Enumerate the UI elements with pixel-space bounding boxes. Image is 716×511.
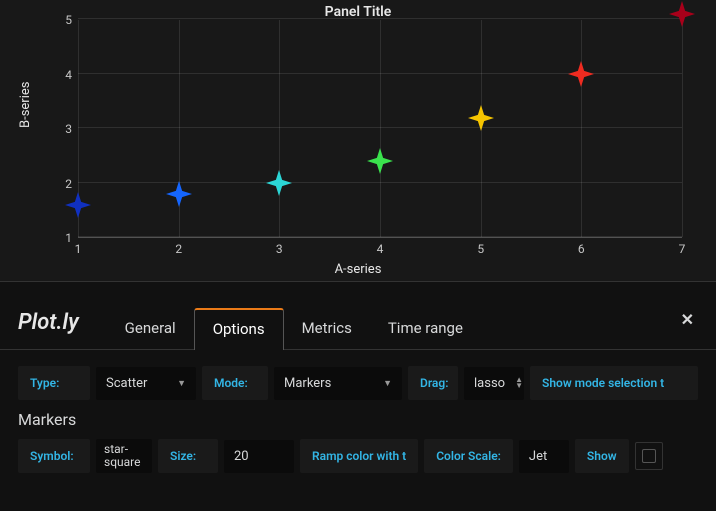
editor-header: Plot.ly General Options Metrics Time ran…	[0, 282, 716, 350]
x-tick: 7	[679, 242, 686, 256]
symbol-label: Symbol:	[18, 439, 90, 473]
symbol-select[interactable]: star-square	[96, 439, 152, 473]
tab-options[interactable]: Options	[194, 308, 284, 350]
size-input[interactable]: 20	[224, 440, 294, 473]
data-point[interactable]	[266, 170, 292, 200]
mode-value: Markers	[284, 376, 331, 391]
x-tick: 4	[377, 242, 384, 256]
x-tick: 6	[578, 242, 585, 256]
plugin-brand: Plot.ly	[18, 310, 79, 349]
mode-select[interactable]: Markers ▼	[274, 367, 402, 400]
size-value: 20	[234, 449, 249, 464]
x-tick: 1	[75, 242, 82, 256]
colorscale-select[interactable]: Jet	[519, 440, 569, 473]
show-button[interactable]: Show	[575, 439, 629, 473]
chevron-down-icon: ▼	[383, 378, 392, 389]
show-checkbox[interactable]	[635, 442, 663, 470]
y-tick: 3	[50, 122, 72, 136]
data-point[interactable]	[367, 148, 393, 178]
x-tick: 2	[175, 242, 182, 256]
checkbox-icon	[642, 449, 656, 463]
type-label: Type:	[18, 366, 90, 400]
show-mode-selection-button[interactable]: Show mode selection t	[530, 366, 698, 400]
chart-panel: Panel Title 1 2 3 4 5 B-series	[0, 0, 716, 282]
panel-title: Panel Title	[0, 0, 716, 20]
mode-label: Mode:	[202, 366, 268, 400]
tabs: General Options Metrics Time range	[107, 307, 481, 349]
tab-general[interactable]: General	[107, 309, 194, 349]
stepper-icon: ▲▼	[515, 377, 523, 389]
options-form: Type: Scatter ▼ Mode: Markers ▼ Drag: la…	[0, 350, 716, 473]
symbol-value: star-square	[104, 443, 144, 469]
data-point[interactable]	[65, 192, 91, 222]
data-point[interactable]	[166, 181, 192, 211]
drag-value: lasso	[474, 376, 505, 391]
ramp-color-label: Ramp color with t	[300, 439, 418, 473]
close-icon[interactable]: ✕	[681, 310, 694, 329]
colorscale-value: Jet	[529, 449, 547, 464]
chevron-down-icon: ▼	[177, 378, 186, 389]
y-tick: 5	[50, 13, 72, 27]
size-label: Size:	[158, 439, 218, 473]
colorscale-label: Color Scale:	[424, 439, 513, 473]
tab-time-range[interactable]: Time range	[370, 309, 481, 349]
markers-section-title: Markers	[18, 410, 698, 429]
x-tick: 3	[276, 242, 283, 256]
plot-area[interactable]	[78, 20, 682, 238]
data-point[interactable]	[669, 1, 695, 31]
type-select[interactable]: Scatter ▼	[96, 367, 196, 400]
y-tick: 1	[50, 231, 72, 245]
data-point[interactable]	[568, 61, 594, 91]
drag-label: Drag:	[408, 366, 458, 400]
drag-select[interactable]: lasso ▲▼	[464, 367, 524, 400]
y-tick: 2	[50, 177, 72, 191]
y-tick: 4	[50, 68, 72, 82]
tab-metrics[interactable]: Metrics	[284, 309, 370, 349]
x-axis-label: A-series	[0, 262, 716, 277]
x-tick: 5	[477, 242, 484, 256]
type-value: Scatter	[106, 376, 147, 391]
y-axis-label: B-series	[18, 82, 33, 128]
data-point[interactable]	[468, 105, 494, 135]
